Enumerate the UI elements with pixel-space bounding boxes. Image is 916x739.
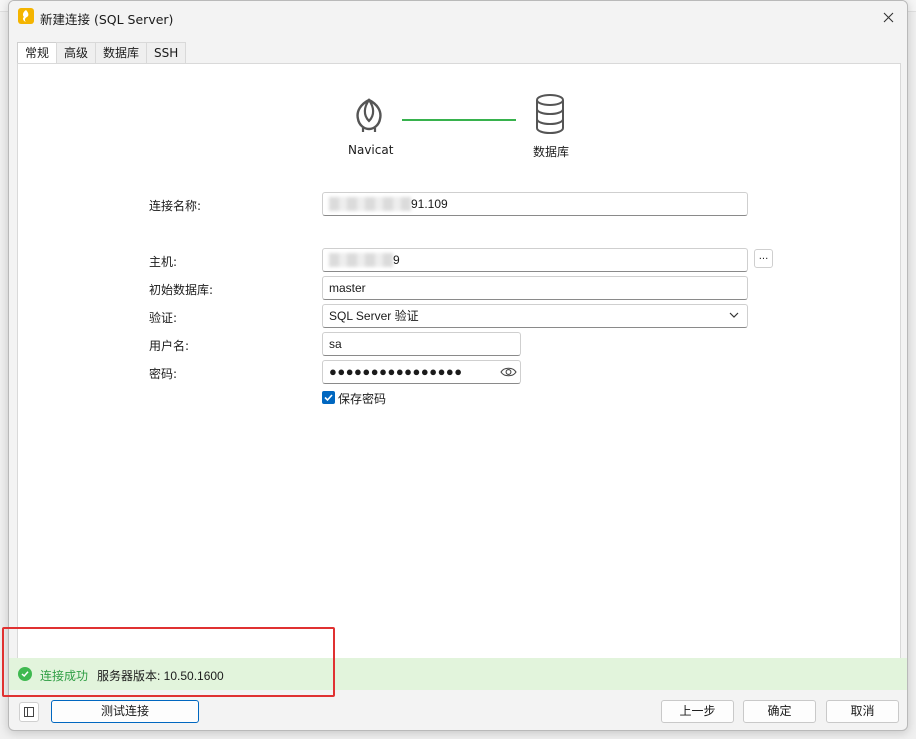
save-password-label[interactable]: 保存密码 bbox=[338, 390, 386, 407]
database-icon bbox=[536, 94, 564, 135]
password-input[interactable]: ●●●●●●●●●●●●●●●● bbox=[322, 360, 521, 384]
auth-select[interactable]: SQL Server 验证 bbox=[322, 304, 748, 328]
tab-bar: 常规 高级 数据库 SSH bbox=[17, 42, 187, 65]
navicat-app-icon bbox=[18, 8, 34, 24]
host-browse-button[interactable]: ... bbox=[754, 249, 773, 268]
general-panel: Navicat 数据库 连接名称: 91.109 主机: 9 ... 初始数据库… bbox=[17, 63, 901, 660]
sidebar-toggle-icon bbox=[24, 707, 34, 717]
new-connection-dialog: 新建连接 (SQL Server) 常规 高级 数据库 SSH Navicat … bbox=[8, 0, 908, 731]
close-button[interactable] bbox=[875, 4, 901, 30]
redacted-text bbox=[329, 253, 393, 267]
tab-advanced[interactable]: 高级 bbox=[56, 42, 97, 64]
password-label: 密码: bbox=[149, 367, 178, 381]
host-tail: 9 bbox=[393, 253, 400, 267]
test-connection-button[interactable]: 测试连接 bbox=[51, 700, 199, 723]
previous-step-button[interactable]: 上一步 bbox=[661, 700, 734, 723]
tab-general[interactable]: 常规 bbox=[17, 42, 58, 65]
check-icon bbox=[324, 394, 333, 402]
initial-db-input[interactable]: master bbox=[322, 276, 748, 300]
auth-value: SQL Server 验证 bbox=[329, 309, 419, 323]
chevron-down-icon bbox=[729, 312, 739, 318]
navicat-logo-icon bbox=[356, 98, 382, 132]
title-bar: 新建连接 (SQL Server) bbox=[9, 1, 907, 33]
password-dots: ●●●●●●●●●●●●●●●● bbox=[329, 364, 463, 379]
host-label: 主机: bbox=[149, 255, 178, 269]
tab-ssh[interactable]: SSH bbox=[146, 42, 187, 64]
ok-button[interactable]: 确定 bbox=[743, 700, 816, 723]
initial-db-label: 初始数据库: bbox=[149, 283, 214, 297]
eye-icon[interactable] bbox=[500, 366, 517, 378]
redacted-text bbox=[329, 197, 411, 211]
username-label: 用户名: bbox=[149, 339, 190, 353]
initial-db-value: master bbox=[329, 281, 366, 295]
host-input[interactable]: 9 bbox=[322, 248, 748, 272]
username-value: sa bbox=[329, 337, 342, 351]
tab-databases[interactable]: 数据库 bbox=[95, 42, 148, 64]
connection-name-label: 连接名称: bbox=[149, 199, 202, 213]
connection-line bbox=[402, 119, 516, 121]
database-label: 数据库 bbox=[532, 145, 569, 159]
close-icon bbox=[883, 12, 893, 22]
highlight-box bbox=[2, 627, 335, 697]
window-title: 新建连接 (SQL Server) bbox=[40, 12, 174, 27]
save-password-checkbox[interactable] bbox=[322, 391, 335, 404]
username-input[interactable]: sa bbox=[322, 332, 521, 356]
sidebar-toggle-button[interactable] bbox=[19, 702, 39, 722]
connection-name-input[interactable]: 91.109 bbox=[322, 192, 748, 216]
auth-label: 验证: bbox=[149, 311, 178, 325]
cancel-button[interactable]: 取消 bbox=[826, 700, 899, 723]
connection-name-tail: 91.109 bbox=[411, 197, 448, 211]
navicat-label: Navicat bbox=[348, 143, 394, 157]
